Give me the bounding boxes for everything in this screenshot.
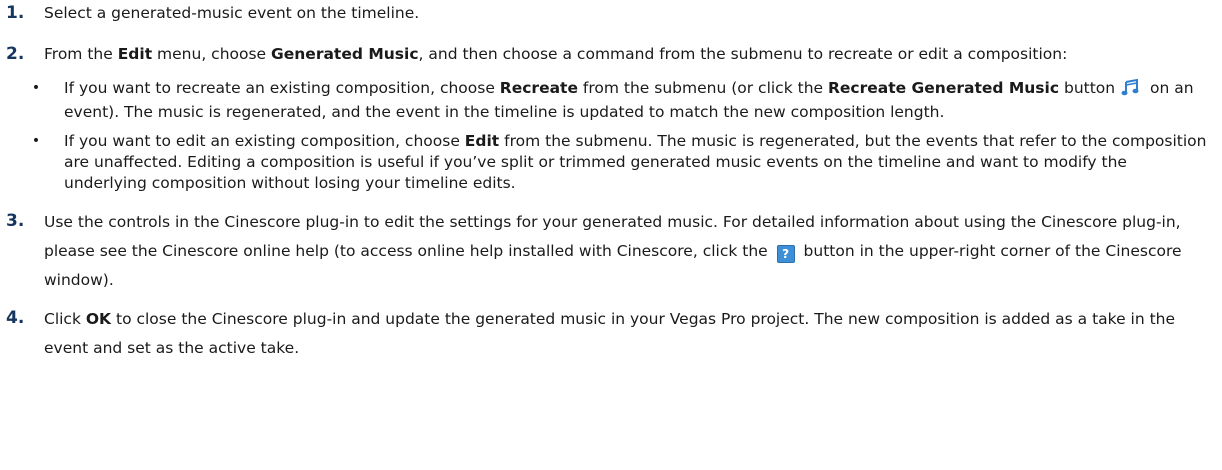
step-text: Select a generated-music event on the ti… [44, 0, 1222, 27]
bullet-edit: • If you want to edit an existing compos… [4, 131, 1216, 194]
step-4: 4. Click OK to close the Cinescore plug-… [0, 305, 1222, 363]
button-name-recreate-generated-music: Recreate Generated Music [827, 79, 1060, 97]
step-number: 3. [6, 211, 25, 231]
step-4-text-a: Click [44, 310, 86, 328]
step-text: From the Edit menu, choose Generated Mus… [32, 41, 1222, 202]
step-3: 3. Use the controls in the Cinescore plu… [0, 208, 1222, 295]
help-icon: ? [776, 245, 795, 263]
step-text: Click OK to close the Cinescore plug-in … [44, 305, 1222, 363]
button-name-ok: OK [85, 310, 112, 328]
step-2-bullet-list: • If you want to recreate an existing co… [4, 78, 1216, 194]
step-1-text: Select a generated-music event on the ti… [44, 4, 420, 22]
bullet-dot: • [31, 133, 41, 149]
instructions-document: 1. Select a generated-music event on the… [0, 0, 1222, 377]
step-2-text-b: menu, choose [152, 45, 272, 63]
step-number: 1. [6, 3, 25, 23]
step-number: 2. [6, 44, 25, 64]
bullet-1-text-c: button [1059, 79, 1116, 97]
step-number: 4. [6, 308, 25, 328]
step-2: 2. From the Edit menu, choose Generated … [0, 41, 1222, 202]
bullet-2-text-a: If you want to edit an existing composit… [64, 132, 465, 150]
command-recreate: Recreate [499, 79, 578, 97]
menu-name-edit: Edit [117, 45, 153, 63]
bullet-recreate: • If you want to recreate an existing co… [4, 78, 1216, 123]
step-text: Use the controls in the Cinescore plug-i… [44, 208, 1222, 295]
bullet-text: If you want to edit an existing composit… [64, 131, 1216, 194]
step-2-text-a: From the [44, 45, 118, 63]
bullet-text: If you want to recreate an existing comp… [64, 78, 1216, 123]
bullet-dot: • [31, 80, 41, 96]
step-1: 1. Select a generated-music event on the… [0, 0, 1222, 27]
bullet-1-text-a: If you want to recreate an existing comp… [64, 79, 500, 97]
menu-item-generated-music: Generated Music [271, 45, 419, 63]
music-note-icon [1121, 78, 1139, 102]
bullet-1-text-b: from the submenu (or click the [577, 79, 828, 97]
step-2-text-c: , and then choose a command from the sub… [418, 45, 1068, 63]
step-4-text-b: to close the Cinescore plug-in and updat… [44, 310, 1176, 357]
command-edit: Edit [464, 132, 500, 150]
